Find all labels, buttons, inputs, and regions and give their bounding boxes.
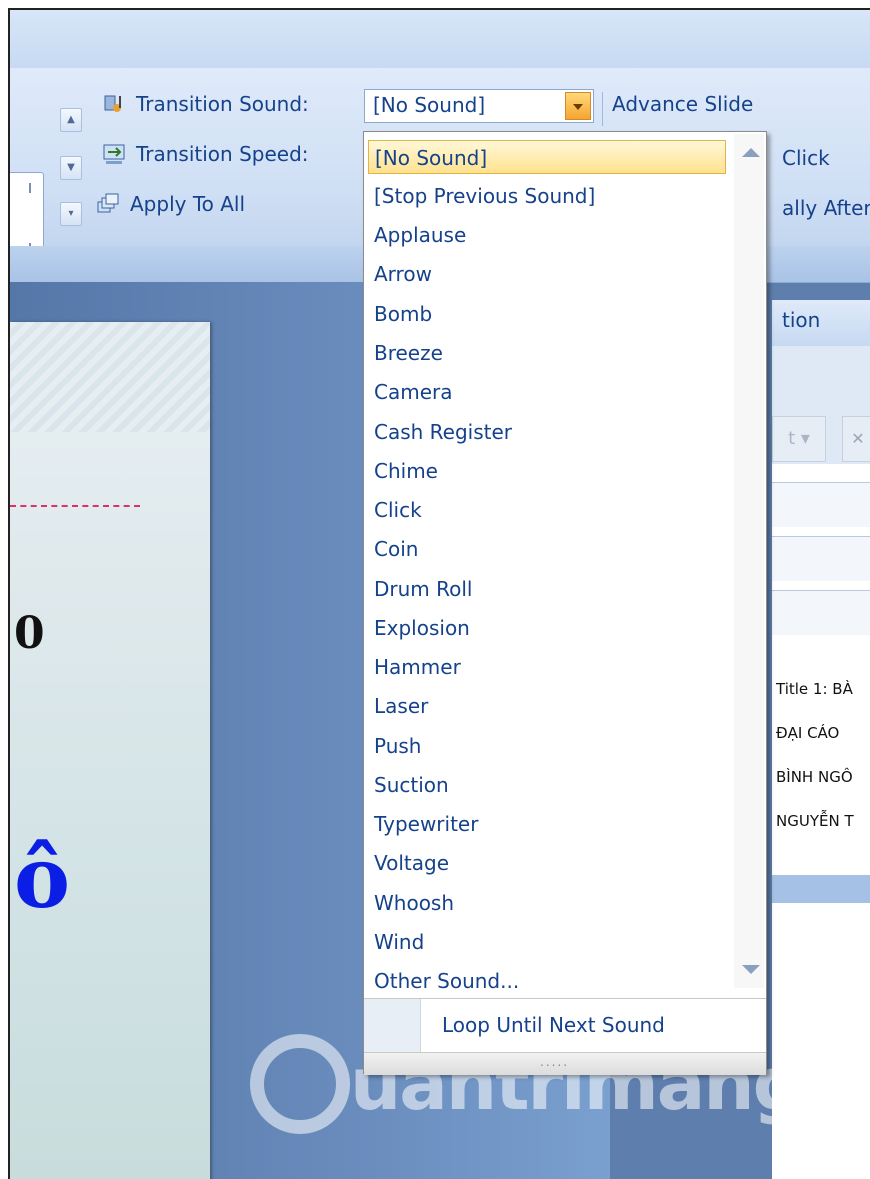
slide-text-letter: ô xyxy=(14,828,71,927)
title-bar xyxy=(10,10,870,68)
apply-to-all-button[interactable]: Apply To All xyxy=(96,190,245,218)
animation-list-item[interactable]: ĐẠI CÁO xyxy=(776,724,839,742)
transition-sound-value: [No Sound] xyxy=(373,93,486,117)
transition-speed-item: Transition Speed: xyxy=(102,140,309,168)
automatically-after-option[interactable]: ally After xyxy=(782,196,870,220)
transition-speed-icon xyxy=(102,142,126,166)
combo-dropdown-button[interactable] xyxy=(565,92,591,120)
transition-sound-icon xyxy=(102,92,126,116)
add-effect-button[interactable]: t ▾ xyxy=(772,416,826,462)
lightbulb-logo-icon xyxy=(250,1034,350,1134)
sound-option[interactable]: Arrow xyxy=(368,257,726,291)
animation-list-item[interactable]: NGUYỄN T xyxy=(776,812,854,830)
sound-option[interactable]: Cash Register xyxy=(368,415,726,449)
sound-option-other[interactable]: Other Sound... xyxy=(368,964,726,998)
sound-list: [No Sound] [Stop Previous Sound] Applaus… xyxy=(364,132,734,993)
slide-dashed-line xyxy=(10,505,140,507)
sound-option[interactable]: Click xyxy=(368,493,726,527)
task-pane-toolbar: t ▾ ✕ xyxy=(772,346,870,464)
checkbox-gutter xyxy=(364,999,421,1053)
gallery-scroll-down-button[interactable]: ▼ xyxy=(60,156,82,180)
scroll-up-icon[interactable] xyxy=(742,148,760,157)
sound-option[interactable]: Laser xyxy=(368,689,726,723)
sound-option[interactable]: Camera xyxy=(368,375,726,409)
dropdown-scrollbar[interactable] xyxy=(734,134,764,988)
sound-option[interactable]: Typewriter xyxy=(368,807,726,841)
sound-option[interactable]: Explosion xyxy=(368,611,726,645)
sound-option[interactable]: [Stop Previous Sound] xyxy=(368,179,726,213)
sound-option[interactable]: Coin xyxy=(368,532,726,566)
gallery-scroll-up-button[interactable]: ▲ xyxy=(60,108,82,132)
loop-until-next-sound-option[interactable]: Loop Until Next Sound xyxy=(364,998,766,1053)
sound-option[interactable]: Whoosh xyxy=(368,886,726,920)
remove-effect-button[interactable]: ✕ xyxy=(842,416,870,462)
sound-option[interactable]: Breeze xyxy=(368,336,726,370)
task-pane-field[interactable] xyxy=(772,482,870,527)
gallery-more-button[interactable]: ▾ xyxy=(60,202,82,226)
slide-canvas[interactable] xyxy=(10,322,210,1179)
sound-option[interactable]: Chime xyxy=(368,454,726,488)
apply-to-all-icon xyxy=(96,192,120,216)
sound-option[interactable]: Drum Roll xyxy=(368,572,726,606)
advance-slide-label: Advance Slide xyxy=(612,92,754,116)
transition-sound-dropdown[interactable]: [No Sound] [Stop Previous Sound] Applaus… xyxy=(363,131,767,1075)
scroll-down-icon[interactable] xyxy=(742,965,760,974)
sound-option[interactable]: Applause xyxy=(368,218,726,252)
on-mouse-click-option[interactable]: Click xyxy=(782,146,830,170)
task-pane-field[interactable] xyxy=(772,590,870,635)
sound-option[interactable]: Wind xyxy=(368,925,726,959)
task-pane-footer xyxy=(772,875,870,903)
animation-list-item[interactable]: BÌNH NGÔ xyxy=(776,768,853,786)
sound-option[interactable]: Push xyxy=(368,729,726,763)
sound-option[interactable]: Suction xyxy=(368,768,726,802)
sound-option[interactable]: [No Sound] xyxy=(368,140,726,174)
animation-list-item[interactable]: Title 1: BÀ xyxy=(776,680,853,698)
resize-grip[interactable]: ..... xyxy=(364,1052,766,1075)
transition-sound-item: Transition Sound: xyxy=(102,90,309,118)
task-pane-field[interactable] xyxy=(772,536,870,581)
slide-decoration xyxy=(10,322,210,432)
sound-option[interactable]: Voltage xyxy=(368,846,726,880)
task-pane-title: tion xyxy=(782,308,821,332)
task-pane-header: tion xyxy=(772,300,870,347)
sound-option[interactable]: Bomb xyxy=(368,297,726,331)
ribbon-separator xyxy=(602,92,603,126)
slide-text-number: 0 xyxy=(14,608,45,659)
transition-sound-combo[interactable]: [No Sound] xyxy=(364,89,594,123)
sound-option[interactable]: Hammer xyxy=(368,650,726,684)
